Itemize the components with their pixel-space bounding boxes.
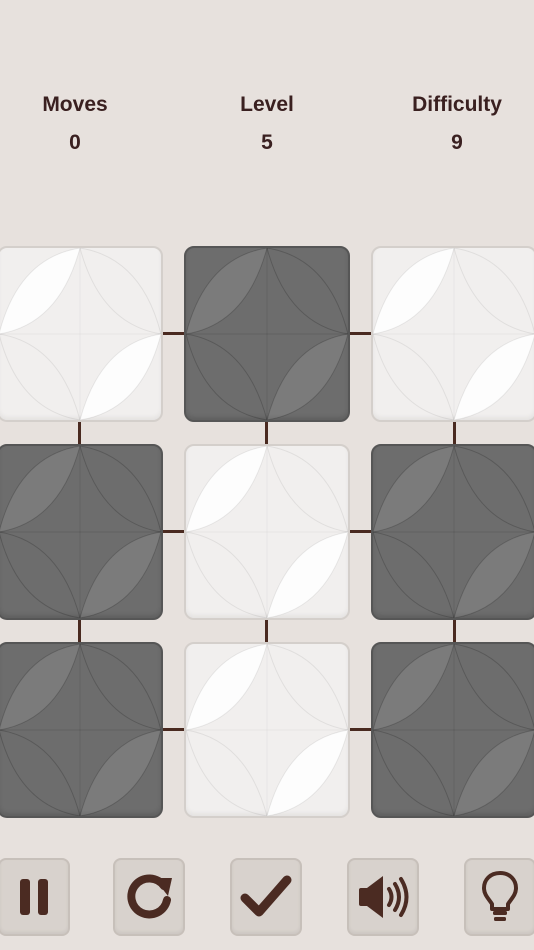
- tile-r2-c1[interactable]: [184, 642, 350, 818]
- connector-r1-c0c1: [162, 530, 186, 533]
- tile-r2-c0[interactable]: [0, 642, 163, 818]
- connector-c2-r1r2: [453, 619, 456, 643]
- connector-r1-c1c2: [349, 530, 373, 533]
- connector-r0-c0c1: [162, 332, 186, 335]
- tile-r1-c2[interactable]: [371, 444, 534, 620]
- connector-c2-r0r1: [453, 421, 456, 445]
- game-board: [0, 0, 534, 830]
- connector-c0-r0r1: [78, 421, 81, 445]
- connector-c1-r0r1: [265, 421, 268, 445]
- restart-button[interactable]: [113, 858, 185, 936]
- hint-button[interactable]: [464, 858, 534, 936]
- pause-button[interactable]: [0, 858, 70, 936]
- check-button[interactable]: [230, 858, 302, 936]
- sound-button[interactable]: [347, 858, 419, 936]
- connector-r2-c1c2: [349, 728, 373, 731]
- restart-icon: [127, 874, 172, 919]
- connector-c0-r1r2: [78, 619, 81, 643]
- tile-r0-c1[interactable]: [184, 246, 350, 422]
- connector-c1-r1r2: [265, 619, 268, 643]
- connector-r2-c0c1: [162, 728, 186, 731]
- connector-r0-c1c2: [349, 332, 373, 335]
- toolbar: [0, 858, 534, 938]
- tile-r2-c2[interactable]: [371, 642, 534, 818]
- pause-icon: [20, 879, 48, 915]
- tile-r1-c0[interactable]: [0, 444, 163, 620]
- tile-r0-c0[interactable]: [0, 246, 163, 422]
- check-icon: [240, 875, 292, 917]
- tile-r0-c2[interactable]: [371, 246, 534, 422]
- hint-icon: [482, 871, 518, 921]
- tile-r1-c1[interactable]: [184, 444, 350, 620]
- sound-icon: [359, 876, 409, 918]
